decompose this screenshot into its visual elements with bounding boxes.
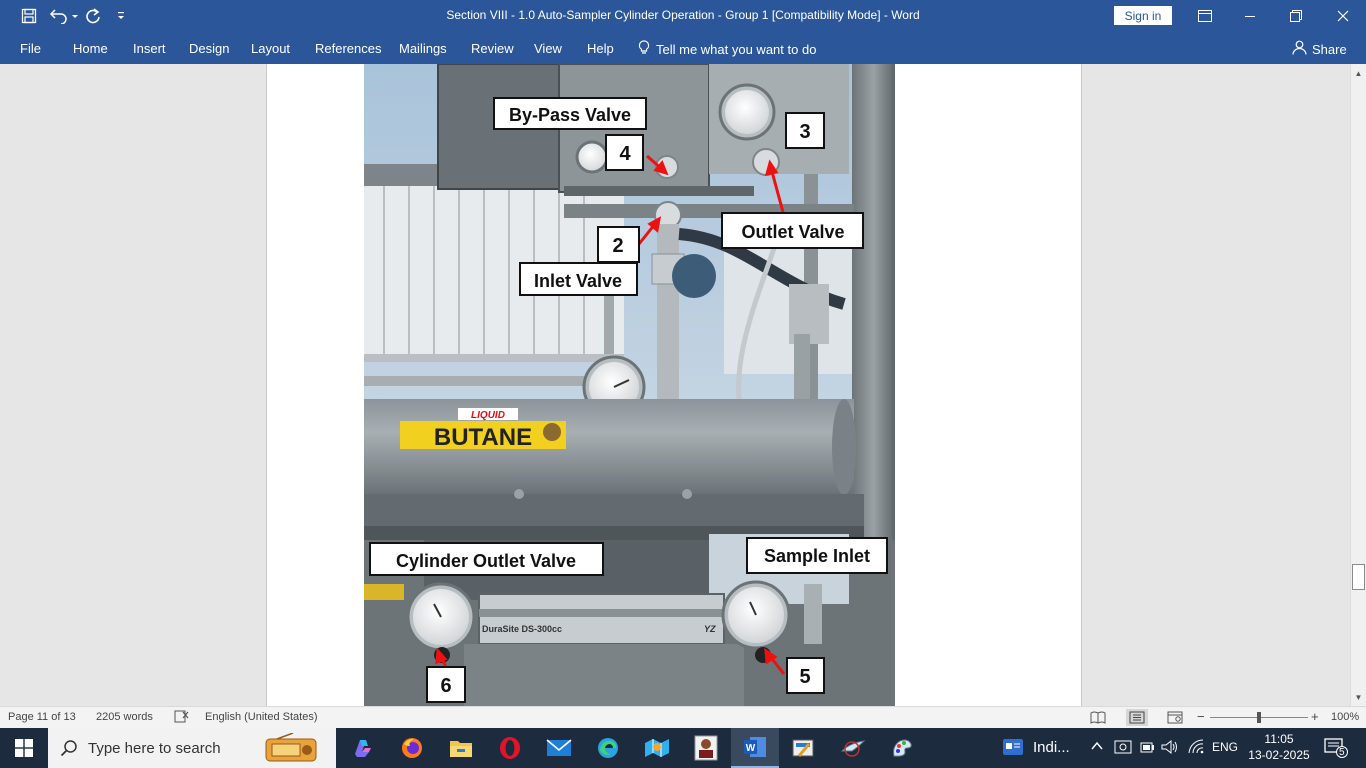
battery-icon[interactable] [1139,739,1155,758]
paint-app-icon[interactable] [878,728,926,768]
tab-view[interactable]: View [534,41,562,56]
callout-number-6: 6 [440,675,451,697]
person-icon [1292,40,1307,58]
share-button[interactable]: Share [1292,40,1347,58]
clock-time: 11:05 [1264,732,1294,746]
save-icon[interactable] [15,4,43,28]
document-page[interactable]: LIQUID BUTANE DuraSite DS-300cc YZ By-Pa… [266,64,1082,706]
tell-me-search[interactable]: Tell me what you want to do [638,40,816,58]
clock-date: 13-02-2025 [1248,748,1310,762]
wifi-icon[interactable] [1187,739,1205,758]
zoom-in-button[interactable]: + [1311,709,1319,724]
weather-widget-label[interactable]: Indi... [1033,739,1070,756]
mail-icon[interactable] [535,728,583,768]
scroll-thumb[interactable] [1352,564,1365,590]
windows-taskbar: Type here to search W Indi... ENG 11:05 … [0,728,1366,768]
edge-icon[interactable] [584,728,632,768]
word-app-icon[interactable]: W [731,728,779,768]
search-icon [60,739,78,760]
tell-me-label: Tell me what you want to do [656,41,817,57]
tab-mailings[interactable]: Mailings [399,41,447,56]
ribbon-display-options-icon[interactable] [1182,0,1228,32]
word-count[interactable]: 2205 words [96,711,153,723]
title-bar: Section VIII - 1.0 Auto-Sampler Cylinder… [0,0,1366,32]
web-layout-icon[interactable] [1164,709,1186,726]
tab-file[interactable]: File [20,41,41,56]
sign-in-button[interactable]: Sign in [1114,6,1172,25]
callout-cylinder-outlet-valve: Cylinder Outlet Valve [396,551,576,571]
callout-number-4: 4 [619,143,631,165]
lightbulb-icon [638,40,650,58]
read-mode-icon[interactable] [1087,709,1109,726]
print-layout-icon[interactable] [1126,709,1148,726]
proofing-icon[interactable] [174,709,190,727]
search-placeholder: Type here to search [88,740,221,757]
callout-outlet-valve: Outlet Valve [741,222,844,242]
system-clock[interactable]: 11:05 13-02-2025 [1244,731,1314,763]
tab-layout[interactable]: Layout [251,41,290,56]
windows-logo-icon [15,739,33,757]
callout-number-3: 3 [799,121,810,143]
sampler-photo[interactable]: LIQUID BUTANE DuraSite DS-300cc YZ By-Pa… [364,64,895,706]
aircraft-app-icon[interactable] [829,728,877,768]
tank-liquid-label: LIQUID [471,410,505,421]
document-area[interactable]: LIQUID BUTANE DuraSite DS-300cc YZ By-Pa… [0,64,1350,706]
page-count[interactable]: Page 11 of 13 [8,711,76,723]
tab-home[interactable]: Home [73,41,108,56]
tab-help[interactable]: Help [587,41,614,56]
copilot-icon[interactable] [339,728,387,768]
svg-text:W: W [746,743,756,754]
callout-inlet-valve: Inlet Valve [534,271,622,291]
zoom-slider-thumb[interactable] [1257,712,1261,723]
customize-toolbar-icon[interactable] [107,4,135,28]
taskbar-search-box[interactable]: Type here to search [48,728,336,768]
callout-number-5: 5 [799,666,810,688]
meet-now-icon[interactable] [1114,739,1132,758]
show-hidden-icons-chevron-icon[interactable] [1090,739,1104,756]
restore-button[interactable] [1273,0,1319,32]
notification-count-badge: 5 [1339,747,1345,758]
tab-insert[interactable]: Insert [133,41,166,56]
volume-icon[interactable] [1161,739,1179,758]
scroll-up-arrow-icon[interactable]: ▲ [1351,66,1366,80]
meter-label: DuraSite DS-300cc [482,624,562,634]
redo-icon[interactable] [79,4,107,28]
tank-butane-label: BUTANE [434,424,532,451]
weather-app-icon[interactable] [633,728,681,768]
ribbon-tab-bar: File Home Insert Design Layout Reference… [0,32,1366,64]
callout-number-2: 2 [612,235,623,257]
zoom-out-button[interactable]: − [1197,709,1205,724]
opera-icon[interactable] [486,728,534,768]
firefox-icon[interactable] [388,728,436,768]
zoom-level[interactable]: 100% [1331,711,1359,723]
close-button[interactable] [1320,0,1366,32]
scroll-down-arrow-icon[interactable]: ▼ [1351,690,1366,704]
share-label: Share [1312,41,1347,57]
undo-icon[interactable] [46,4,80,28]
file-explorer-icon[interactable] [437,728,485,768]
user-app-icon[interactable] [682,728,730,768]
tab-design[interactable]: Design [189,41,229,56]
start-button[interactable] [0,728,48,768]
radio-highlight-icon[interactable] [263,732,319,766]
input-language[interactable]: ENG [1212,740,1238,754]
meter-brand: YZ [704,624,716,634]
tab-references[interactable]: References [315,41,381,56]
status-bar: Page 11 of 13 2205 words English (United… [0,706,1366,728]
minimize-button[interactable] [1227,0,1273,32]
callout-sample-inlet: Sample Inlet [764,546,870,566]
tab-review[interactable]: Review [471,41,514,56]
vertical-scrollbar[interactable]: ▲ ▼ [1350,64,1366,706]
callout-bypass-valve: By-Pass Valve [509,105,631,125]
news-widget-icon[interactable] [1002,738,1024,759]
dialer-app-icon[interactable] [780,728,828,768]
language-indicator[interactable]: English (United States) [205,711,318,723]
